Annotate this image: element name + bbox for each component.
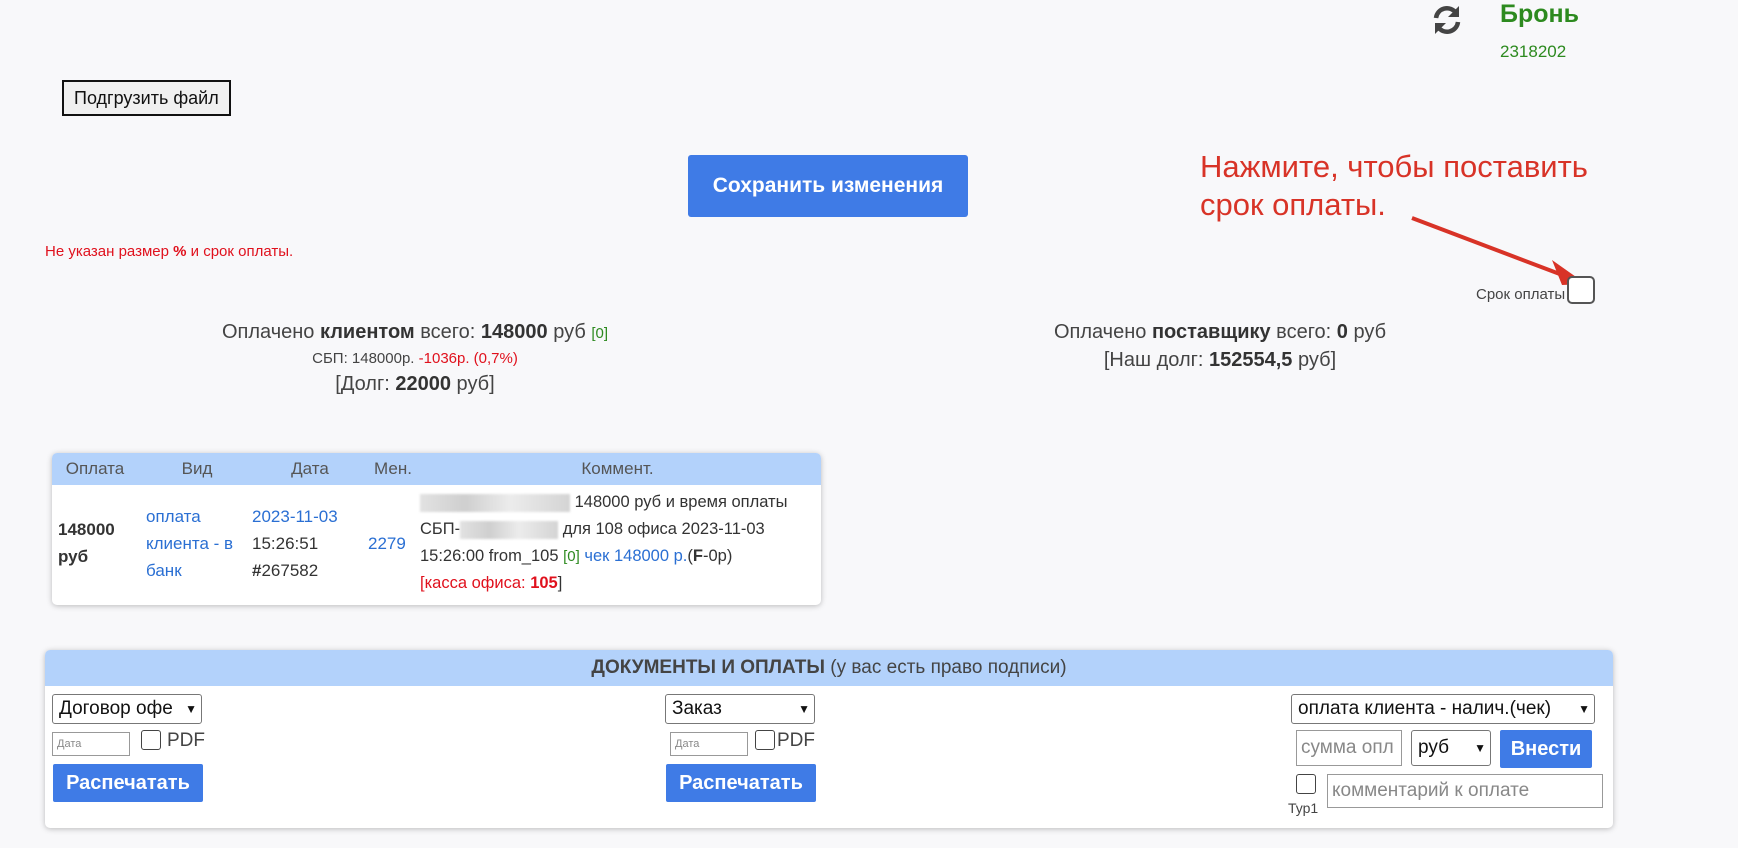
client-sbp-text: СБП: 148000р. <box>312 350 419 367</box>
chevron-down-icon: ▼ <box>185 702 197 716</box>
column-header-comment: Коммент. <box>581 459 654 478</box>
check-link[interactable]: чек 148000 р. <box>584 547 687 565</box>
typ-checkbox[interactable] <box>1296 774 1316 794</box>
order-select-value: Заказ <box>672 698 722 719</box>
currency-select[interactable]: руб ▼ <box>1411 730 1491 766</box>
supplier-paid-who: поставщику <box>1151 321 1271 343</box>
submit-payment-button[interactable]: Внести <box>1500 730 1592 768</box>
date-placeholder: Дата <box>675 738 700 750</box>
chevron-down-icon: ▼ <box>1578 702 1590 716</box>
payment-manager-link[interactable]: 2279 <box>368 489 418 597</box>
print-contract-button[interactable]: Распечатать <box>53 764 203 802</box>
chevron-down-icon: ▼ <box>1474 741 1486 755</box>
warning-percent: % <box>173 243 187 260</box>
warning-suffix: и срок оплаты. <box>186 243 294 260</box>
table-row: 148000 руб оплата клиента - в банк 2023-… <box>52 485 821 597</box>
comment-f: F <box>692 547 703 565</box>
upload-file-button[interactable]: Подгрузить файл <box>62 80 231 116</box>
client-paid-amount: 148000 <box>480 321 548 343</box>
payment-amount: 148000 руб <box>58 520 115 566</box>
payment-type-link[interactable]: оплата клиента - в банк <box>138 489 248 597</box>
comment-f-close: -0р) <box>702 547 733 565</box>
supplier-paid-unit: руб <box>1347 321 1387 343</box>
order-select[interactable]: Заказ ▼ <box>665 694 815 724</box>
save-changes-button[interactable]: Сохранить изменения <box>688 155 968 217</box>
refresh-icon[interactable] <box>1428 2 1466 38</box>
documents-subtitle: (у вас есть право подписи) <box>825 657 1067 678</box>
supplier-paid-prefix: Оплачено <box>1053 321 1152 343</box>
contract-select[interactable]: Договор офе ▼ <box>52 694 202 724</box>
documents-panel: ДОКУМЕНТЫ И ОПЛАТЫ (у вас есть право под… <box>45 650 1613 828</box>
payment-type-value: оплата клиента - налич.(чек) <box>1298 698 1552 719</box>
comment-count[interactable]: [0] <box>563 548 580 565</box>
client-sbp-fee: -1036р. (0,7%) <box>418 350 518 367</box>
annotation-line-1: Нажмите, чтобы поставить <box>1200 149 1588 184</box>
redacted-text <box>420 493 570 512</box>
booking-title: Бронь <box>1500 0 1579 28</box>
booking-number[interactable]: 2318202 <box>1500 42 1566 62</box>
chevron-down-icon: ▼ <box>798 702 810 716</box>
documents-title: ДОКУМЕНТЫ И ОПЛАТЫ <box>591 657 826 678</box>
client-summary: Оплачено клиентом всего: 148000 руб [0] … <box>220 318 610 398</box>
supplier-summary: Оплачено поставщику всего: 0 руб [Наш до… <box>1020 318 1420 374</box>
client-paid-prefix: Оплачено <box>221 321 320 343</box>
pdf-label: PDF <box>777 730 815 751</box>
amount-placeholder: сумма опл <box>1301 737 1394 758</box>
currency-value: руб <box>1418 737 1449 758</box>
payment-id: #267582 <box>252 557 368 584</box>
comment-placeholder: комментарий к оплате <box>1332 780 1530 801</box>
cash-close: ] <box>557 574 563 592</box>
deadline-label: Срок оплаты <box>1476 286 1566 303</box>
redacted-text-2 <box>460 520 559 539</box>
order-date-input[interactable]: Дата <box>670 732 748 756</box>
documents-header: ДОКУМЕНТЫ И ОПЛАТЫ (у вас есть право под… <box>45 650 1613 686</box>
payments-table-header: Оплата Вид Дата Мен. Коммент. <box>52 453 821 485</box>
cash-office-number: 105 <box>530 574 558 592</box>
client-paid-unit: руб <box>547 321 592 343</box>
order-pdf-checkbox[interactable] <box>755 730 775 750</box>
column-header-manager: Мен. <box>374 459 412 478</box>
supplier-paid-amount: 0 <box>1336 321 1348 343</box>
payments-table: Оплата Вид Дата Мен. Коммент. 148000 руб… <box>52 453 821 605</box>
contract-date-input[interactable]: Дата <box>52 732 130 756</box>
supplier-debt-prefix: [Наш долг: <box>1103 349 1210 371</box>
deadline-checkbox[interactable] <box>1567 276 1596 304</box>
cash-office-label: касса офиса: <box>424 574 531 592</box>
payment-time: 15:26:51 <box>252 534 319 553</box>
supplier-debt-suffix: руб] <box>1292 349 1337 371</box>
date-placeholder: Дата <box>57 738 82 750</box>
deadline-control: Срок оплаты <box>1476 276 1596 304</box>
column-header-type: Вид <box>181 459 213 478</box>
client-paid-mid: всего: <box>414 321 481 343</box>
pdf-label: PDF <box>167 730 205 751</box>
client-debt-prefix: [Долг: <box>335 373 396 395</box>
payment-amount-input[interactable]: сумма опл <box>1296 730 1402 766</box>
typ-label: Тур1 <box>1288 800 1319 816</box>
warning-message: Не указан размер % и срок оплаты. <box>45 243 293 260</box>
payment-date-cell: 2023-11-03 15:26:51 #267582 <box>248 489 368 597</box>
payment-date-link[interactable]: 2023-11-03 <box>252 503 368 530</box>
client-debt-amount: 22000 <box>395 373 451 395</box>
client-debt-suffix: руб] <box>451 373 495 395</box>
payment-comment-input[interactable]: комментарий к оплате <box>1327 774 1603 808</box>
contract-select-value: Договор офе <box>59 698 173 719</box>
payment-type-select[interactable]: оплата клиента - налич.(чек) ▼ <box>1291 694 1595 724</box>
supplier-paid-mid: всего: <box>1270 321 1337 343</box>
client-paid-count[interactable]: [0] <box>591 325 608 342</box>
column-header-date: Дата <box>291 459 329 478</box>
print-order-button[interactable]: Распечатать <box>666 764 816 802</box>
warning-prefix: Не указан размер <box>45 243 174 260</box>
supplier-debt-amount: 152554,5 <box>1209 349 1293 371</box>
contract-pdf-checkbox[interactable] <box>141 730 161 750</box>
column-header-payment: Оплата <box>65 459 125 478</box>
payment-comment: 148000 руб и время оплаты СБП- для 108 о… <box>418 489 821 597</box>
client-paid-who: клиентом <box>319 321 415 343</box>
payment-id-number: 267582 <box>261 561 319 580</box>
